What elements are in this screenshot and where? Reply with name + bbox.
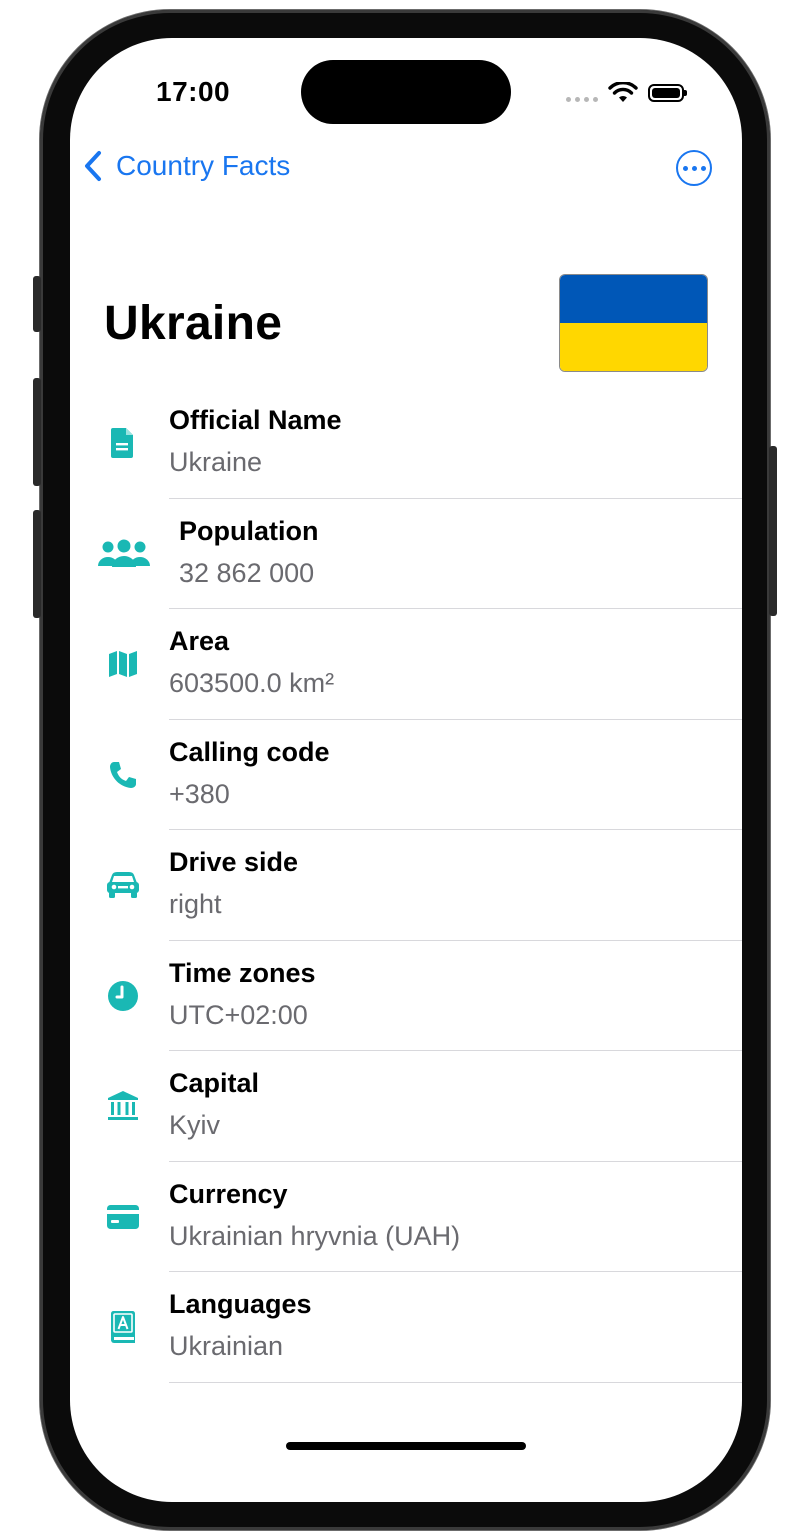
fact-label: Calling code [169, 736, 330, 767]
fact-value: +380 [169, 778, 230, 809]
fact-row-languages[interactable]: Languages Ukrainian [70, 1272, 742, 1383]
fact-row-official-name[interactable]: Official Name Ukraine [70, 388, 742, 499]
status-time: 17:00 [156, 76, 231, 107]
fact-row-population[interactable]: Population 32 862 000 [70, 499, 742, 609]
fact-value: Ukrainian [169, 1331, 284, 1361]
bank-icon [104, 1087, 142, 1125]
fact-label: Area [169, 626, 230, 656]
people-icon [96, 535, 152, 573]
fact-value: UTC+02:00 [169, 999, 308, 1030]
country-title: Ukraine [104, 297, 283, 350]
country-flag [559, 274, 708, 372]
fact-label: Languages [169, 1289, 312, 1319]
map-icon [104, 645, 142, 683]
fact-value: Ukrainian hryvnia (UAH) [169, 1220, 461, 1251]
fact-row-capital[interactable]: Capital Kyiv [70, 1051, 742, 1162]
fact-value: 32 862 000 [179, 557, 315, 588]
fact-value: right [169, 889, 222, 919]
back-button-label: Country Facts [116, 150, 291, 181]
phone-icon [104, 756, 142, 794]
flag-top-stripe [560, 275, 707, 323]
fact-row-area[interactable]: Area 603500.0 km² [70, 609, 742, 720]
fact-row-time-zones[interactable]: Time zones UTC+02:00 [70, 941, 742, 1051]
power-button [769, 446, 777, 616]
dictionary-icon [104, 1308, 142, 1346]
row-separator [169, 1381, 742, 1383]
cellular-signal-icon [566, 96, 598, 102]
flag-bottom-stripe [560, 323, 707, 371]
fact-label: Time zones [169, 957, 316, 988]
home-indicator[interactable] [286, 1442, 526, 1450]
battery-icon [648, 84, 687, 102]
wifi-icon [608, 82, 638, 102]
screen: 17:00 Country Facts Ukraine Official Nam… [70, 38, 742, 1502]
fact-label: Official Name [169, 405, 342, 435]
fact-label: Drive side [169, 847, 299, 877]
document-icon [104, 424, 142, 462]
fact-value: Kyiv [169, 1110, 221, 1140]
clock-icon [104, 977, 142, 1015]
fact-value: 603500.0 km² [169, 668, 335, 698]
fact-row-calling-code[interactable]: Calling code +380 [70, 720, 742, 830]
action-button [33, 276, 41, 332]
fact-row-drive-side[interactable]: Drive side right [70, 830, 742, 941]
creditcard-icon [104, 1198, 142, 1236]
fact-label: Currency [169, 1178, 288, 1209]
fact-label: Capital [169, 1068, 260, 1098]
volume-down-button [33, 510, 41, 618]
volume-up-button [33, 378, 41, 486]
status-indicators [566, 82, 687, 104]
fact-value: Ukraine [169, 447, 263, 477]
chevron-left-icon [85, 151, 101, 181]
facts-list: Official Name Ukraine Population 32 862 … [70, 388, 742, 1383]
fact-label: Population [179, 515, 319, 546]
more-options-button[interactable] [676, 150, 712, 186]
car-icon [104, 866, 142, 904]
back-button[interactable]: Country Facts [84, 150, 290, 182]
fact-row-currency[interactable]: Currency Ukrainian hryvnia (UAH) [70, 1162, 742, 1272]
dynamic-island [301, 60, 511, 124]
